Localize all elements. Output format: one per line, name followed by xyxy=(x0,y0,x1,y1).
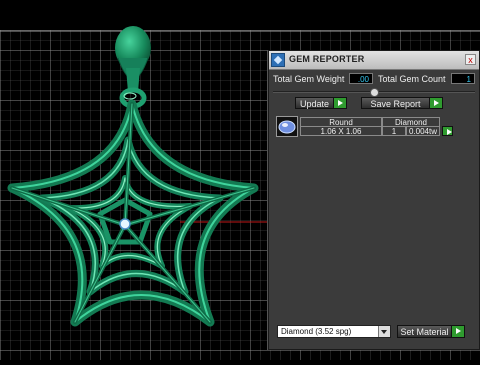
panel-titlebar[interactable]: GEM REPORTER x xyxy=(269,51,479,70)
gem-weight-cell: 0.004tw xyxy=(406,126,440,136)
update-button[interactable]: Update xyxy=(295,97,347,109)
column-header-material: Diamond xyxy=(382,117,440,127)
material-dropdown-value: Diamond (3.52 spg) xyxy=(281,327,352,336)
center-diamond xyxy=(119,218,131,230)
update-button-label: Update xyxy=(299,99,330,109)
slider-knob[interactable] xyxy=(370,88,379,97)
set-material-arrow-icon[interactable] xyxy=(451,326,464,337)
round-gem-thumbnail-icon xyxy=(276,116,298,137)
gem-reporter-panel: GEM REPORTER x Total Gem Weight .00 Tota… xyxy=(268,50,480,350)
total-gem-weight-label: Total Gem Weight xyxy=(273,74,345,84)
gem-size-cell: 1.06 X 1.06 xyxy=(300,126,382,136)
column-header-shape: Round xyxy=(300,117,382,127)
set-material-button-label: Set Material xyxy=(400,327,449,337)
total-gem-count-value: 1 xyxy=(451,73,475,84)
save-report-arrow-icon[interactable] xyxy=(429,98,442,108)
save-report-button[interactable]: Save Report xyxy=(361,97,443,109)
close-icon[interactable]: x xyxy=(465,54,476,65)
gem-count-cell: 1 xyxy=(382,126,406,136)
total-gem-count-label: Total Gem Count xyxy=(378,74,446,84)
panel-title: GEM REPORTER xyxy=(289,54,365,64)
update-arrow-icon[interactable] xyxy=(333,98,346,108)
save-report-button-label: Save Report xyxy=(370,99,421,109)
gem-reporter-app-icon xyxy=(271,53,285,67)
total-gem-weight-value: .00 xyxy=(349,73,373,84)
set-material-button[interactable]: Set Material xyxy=(397,325,465,338)
material-dropdown[interactable]: Diamond (3.52 spg) xyxy=(277,325,391,338)
chevron-down-icon[interactable] xyxy=(378,326,390,337)
gem-row-arrow-icon[interactable] xyxy=(442,126,453,136)
gem-row[interactable]: Round Diamond 1.06 X 1.06 1 0.004tw xyxy=(274,115,456,139)
